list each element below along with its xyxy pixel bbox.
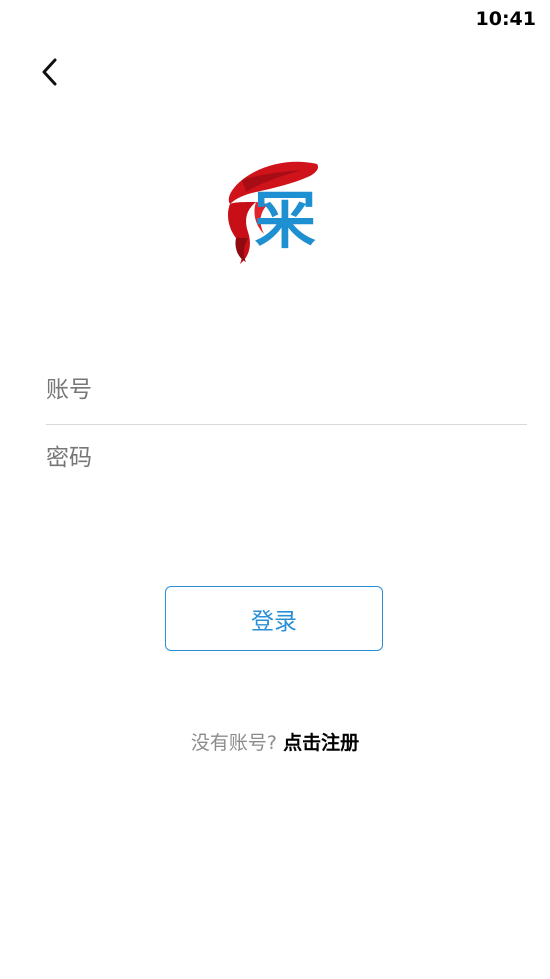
logo-character: 冞	[254, 184, 317, 257]
account-field[interactable]	[46, 362, 527, 418]
password-input[interactable]	[46, 445, 527, 471]
account-input[interactable]	[46, 377, 527, 403]
chevron-left-icon	[42, 58, 57, 86]
field-divider	[46, 424, 527, 425]
register-link[interactable]: 点击注册	[283, 732, 359, 754]
password-field[interactable]	[46, 430, 527, 486]
app-logo: 冞	[222, 158, 332, 270]
register-prompt: 没有账号?	[190, 732, 278, 754]
back-button[interactable]	[30, 52, 70, 92]
login-button[interactable]: 登录	[165, 586, 383, 651]
register-row: 没有账号? 点击注册	[0, 728, 550, 755]
status-bar-time: 10:41	[475, 8, 536, 30]
